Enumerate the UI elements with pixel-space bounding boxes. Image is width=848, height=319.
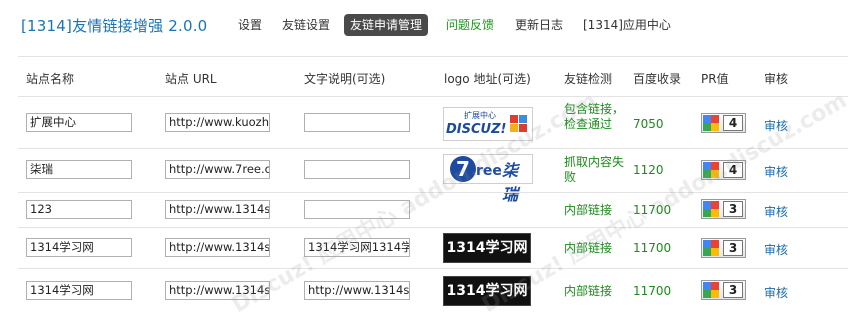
baidu-count: 7050 bbox=[633, 117, 664, 131]
google-icon bbox=[703, 201, 719, 217]
column-header-site-name: 站点名称 bbox=[26, 72, 75, 86]
7ree-logo-image: 7 ree 柒瑞 bbox=[443, 154, 533, 204]
site-url-input[interactable]: http://www.1314study.com/ bbox=[165, 200, 270, 219]
tab-link-applications[interactable]: 友链申请管理 bbox=[344, 14, 429, 36]
row-divider bbox=[18, 96, 848, 97]
description-input[interactable] bbox=[304, 200, 410, 219]
tab-changelog[interactable]: 更新日志 bbox=[515, 14, 563, 36]
link-check-status: 内部链接 bbox=[564, 203, 613, 217]
watermark: Discuz! 应用中心 addon.discuz.com bbox=[227, 88, 602, 319]
column-header-logo: logo 地址(可选) bbox=[444, 72, 531, 86]
logo-caption: 扩展中心 bbox=[464, 111, 496, 120]
baidu-count: 1120 bbox=[633, 163, 664, 177]
header-divider bbox=[18, 56, 848, 57]
column-header-site-url: 站点 URL bbox=[165, 72, 217, 86]
link-check-status: 包含链接，检查通过 bbox=[564, 102, 625, 131]
column-header-link-check: 友链检测 bbox=[564, 72, 613, 86]
site-url-input[interactable]: http://www.kuozhan.net/ bbox=[165, 113, 270, 132]
description-input[interactable] bbox=[304, 160, 410, 179]
logo-wordmark: DISCUZ! bbox=[446, 122, 507, 137]
column-header-description: 文字说明(可选) bbox=[304, 72, 386, 86]
google-icon bbox=[703, 240, 719, 256]
review-link[interactable]: 审核 bbox=[764, 241, 788, 258]
pr-value: 4 bbox=[723, 115, 743, 131]
link-check-status: 内部链接 bbox=[564, 241, 613, 255]
baidu-count: 11700 bbox=[633, 203, 672, 217]
site-name-input[interactable]: 123 bbox=[26, 200, 132, 219]
site-name-input[interactable]: 1314学习网 bbox=[26, 281, 132, 300]
1314-logo-image: 1314学习网 bbox=[443, 233, 531, 263]
logo-seven-glyph: 7 bbox=[450, 156, 476, 182]
review-link[interactable]: 审核 bbox=[764, 163, 788, 180]
google-icon bbox=[703, 282, 719, 298]
row-divider bbox=[18, 192, 848, 193]
column-header-pr: PR值 bbox=[701, 72, 729, 86]
site-name-input[interactable]: 柒瑞 bbox=[26, 160, 132, 179]
review-link[interactable]: 审核 bbox=[764, 117, 788, 134]
link-check-status: 抓取内容失败 bbox=[564, 155, 625, 184]
site-url-input[interactable]: http://www.1314study.com/ bbox=[165, 281, 270, 300]
logo-ree-text: ree bbox=[476, 163, 502, 179]
row-divider bbox=[18, 268, 848, 269]
discuz-logo-image: 扩展中心 DISCUZ! bbox=[443, 107, 533, 141]
app-title: [1314]友情链接增强 2.0.0 bbox=[21, 17, 208, 35]
1314-logo-image: 1314学习网 bbox=[443, 276, 531, 306]
link-check-status: 内部链接 bbox=[564, 284, 613, 298]
column-header-baidu: 百度收录 bbox=[633, 72, 682, 86]
site-url-input[interactable]: http://www.7ree.com/ bbox=[165, 160, 270, 179]
tab-app-center[interactable]: [1314]应用中心 bbox=[583, 14, 671, 36]
puzzle-icon bbox=[508, 113, 528, 133]
site-name-input[interactable]: 1314学习网 bbox=[26, 238, 132, 257]
pr-value: 3 bbox=[723, 240, 743, 256]
tab-link-settings[interactable]: 友链设置 bbox=[282, 14, 330, 36]
pr-value: 4 bbox=[723, 162, 743, 178]
row-divider bbox=[18, 148, 848, 149]
description-input[interactable]: 1314学习网1314学习网 bbox=[304, 238, 410, 257]
top-bar: [1314]友情链接增强 2.0.0 设置 友链设置 友链申请管理 问题反馈 更… bbox=[0, 0, 848, 54]
google-icon bbox=[703, 115, 719, 131]
review-link[interactable]: 审核 bbox=[764, 203, 788, 220]
tab-settings[interactable]: 设置 bbox=[238, 14, 262, 36]
pr-badge: 3 bbox=[701, 238, 746, 258]
site-name-input[interactable]: 扩展中心 bbox=[26, 113, 132, 132]
tab-feedback[interactable]: 问题反馈 bbox=[446, 14, 494, 36]
pr-badge: 3 bbox=[701, 280, 746, 300]
site-url-input[interactable]: http://www.1314study.com/ bbox=[165, 238, 270, 257]
pr-value: 3 bbox=[723, 282, 743, 298]
description-input[interactable] bbox=[304, 113, 410, 132]
description-input[interactable]: http://www.1314study.com/ bbox=[304, 281, 410, 300]
google-icon bbox=[703, 162, 719, 178]
logo-cn-text: 柒瑞 bbox=[502, 161, 519, 204]
pr-badge: 4 bbox=[701, 113, 746, 133]
baidu-count: 11700 bbox=[633, 241, 672, 255]
pr-badge: 3 bbox=[701, 199, 746, 219]
pr-badge: 4 bbox=[701, 160, 746, 180]
column-header-review: 审核 bbox=[764, 72, 789, 86]
review-link[interactable]: 审核 bbox=[764, 284, 788, 301]
row-divider bbox=[18, 227, 848, 228]
baidu-count: 11700 bbox=[633, 284, 672, 298]
pr-value: 3 bbox=[723, 201, 743, 217]
